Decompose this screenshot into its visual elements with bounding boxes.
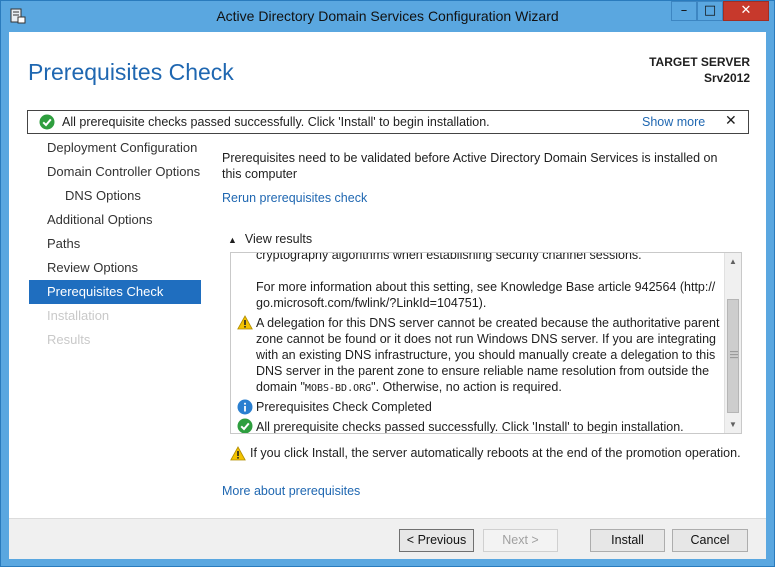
nav-item-installation: Installation <box>47 308 110 323</box>
target-server: TARGET SERVER Srv2012 <box>649 54 750 86</box>
results-list: cryptography algorithms when establishin… <box>231 253 725 433</box>
nav-item-prerequisites-check[interactable]: Prerequisites Check <box>29 280 201 304</box>
dns-warning-line-3: with an existing DNS infrastructure, you… <box>256 348 716 362</box>
result-check-completed: Prerequisites Check Completed <box>256 400 432 414</box>
install-button[interactable]: Install <box>590 529 665 552</box>
chevron-up-icon: ▲ <box>228 235 237 245</box>
next-button: Next > <box>483 529 558 552</box>
title-bar[interactable]: Active Directory Domain Services Configu… <box>1 1 774 32</box>
result-text-cut: cryptography algorithms when establishin… <box>256 253 642 262</box>
nav-item-review-options[interactable]: Review Options <box>29 256 201 280</box>
view-results-label: View results <box>244 232 313 246</box>
dns-warning-line-2: zone cannot be found or it does not run … <box>256 332 716 346</box>
scroll-down-arrow-icon[interactable]: ▼ <box>725 416 741 433</box>
check-circle-icon <box>237 418 253 433</box>
more-about-prerequisites-link[interactable]: More about prerequisites <box>222 484 360 498</box>
wizard-client-area: Prerequisites Check TARGET SERVER Srv201… <box>9 32 766 559</box>
dns-warning-line-1: A delegation for this DNS server cannot … <box>256 316 720 330</box>
wizard-footer: < Previous Next > Install Cancel <box>9 518 766 559</box>
cancel-button[interactable]: Cancel <box>672 529 748 552</box>
reboot-warning-text: If you click Install, the server automat… <box>250 446 741 460</box>
nav-item-deployment-configuration[interactable]: Deployment Configuration <box>29 136 201 160</box>
results-panel[interactable]: cryptography algorithms when establishin… <box>230 252 742 434</box>
dns-warning-line-4: DNS server in the parent zone to ensure … <box>256 364 710 378</box>
target-server-label: TARGET SERVER <box>649 55 750 69</box>
dismiss-notification-button[interactable]: ✕ <box>725 113 737 129</box>
dns-warning-line-5: domain "MOBS-BD.ORG". Otherwise, no acti… <box>256 379 721 397</box>
results-scrollbar[interactable]: ▲ — — — ▼ <box>724 253 741 433</box>
show-more-link[interactable]: Show more <box>642 115 705 129</box>
result-all-passed: All prerequisite checks passed successfu… <box>256 420 684 433</box>
wizard-window: Active Directory Domain Services Configu… <box>0 0 775 567</box>
nav-item-dns-options[interactable]: DNS Options <box>29 184 201 208</box>
previous-button[interactable]: < Previous <box>399 529 474 552</box>
result-kb-line-2: go.microsoft.com/fwlink/?LinkId=104751). <box>256 296 487 310</box>
close-window-button[interactable]: ✕ <box>723 1 769 21</box>
check-circle-icon <box>39 114 55 130</box>
scroll-up-arrow-icon[interactable]: ▲ <box>725 253 741 270</box>
dns-warning-domain-prefix: domain " <box>256 380 305 394</box>
notification-text: All prerequisite checks passed successfu… <box>62 115 490 129</box>
dns-warning-domain: MOBS-BD.ORG <box>304 383 372 394</box>
result-kb-line-1: For more information about this setting,… <box>256 280 716 294</box>
page-title: Prerequisites Check <box>28 59 234 85</box>
scrollbar-thumb[interactable]: — — — <box>727 299 739 413</box>
rerun-prerequisites-link[interactable]: Rerun prerequisites check <box>222 191 367 205</box>
nav-item-results: Results <box>47 332 91 347</box>
warning-triangle-icon <box>237 315 253 330</box>
nav-item-paths[interactable]: Paths <box>29 232 201 256</box>
warning-triangle-icon <box>230 446 246 461</box>
scrollbar-grip-icon: — — — <box>730 347 738 362</box>
view-results-toggle[interactable]: ▲ View results <box>228 232 312 246</box>
minimize-button[interactable]: – <box>671 1 697 21</box>
dns-warning-domain-suffix: ". Otherwise, no action is required. <box>371 380 562 394</box>
wizard-navigation: Deployment Configuration Domain Controll… <box>29 136 201 352</box>
info-circle-icon <box>237 399 253 415</box>
maximize-button[interactable]: □ <box>697 1 723 21</box>
target-server-name: Srv2012 <box>703 71 750 85</box>
nav-item-additional-options[interactable]: Additional Options <box>29 208 201 232</box>
window-title: Active Directory Domain Services Configu… <box>216 8 559 24</box>
nav-item-domain-controller-options[interactable]: Domain Controller Options <box>29 160 201 184</box>
status-notification-bar: All prerequisite checks passed successfu… <box>27 110 749 134</box>
intro-text: Prerequisites need to be validated befor… <box>222 151 718 181</box>
